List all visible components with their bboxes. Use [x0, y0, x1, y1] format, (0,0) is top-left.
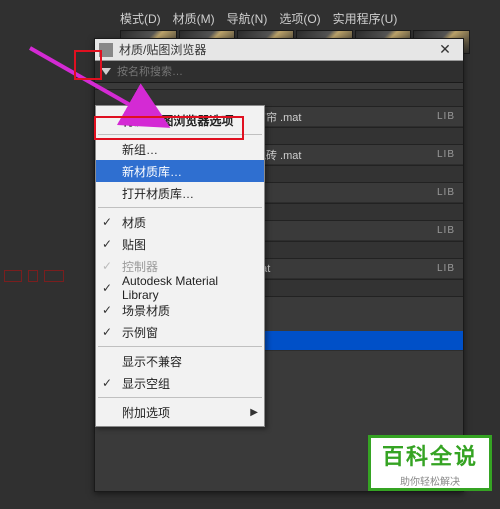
- menu-separator: [98, 397, 262, 398]
- menu-label: 附加选项: [122, 404, 170, 421]
- check-icon: ✓: [102, 259, 112, 273]
- titlebar[interactable]: 材质/贴图浏览器 ✕: [95, 39, 463, 61]
- check-icon: ✓: [102, 303, 112, 317]
- menu-label: 材质: [122, 214, 146, 231]
- check-icon: ✓: [102, 237, 112, 251]
- track-marker: [4, 270, 22, 282]
- check-icon: ✓: [102, 215, 112, 229]
- material-tag: LIB: [437, 187, 455, 198]
- menu-options[interactable]: 选项(O): [279, 10, 320, 27]
- menu-separator: [98, 346, 262, 347]
- menu-check-sample[interactable]: ✓ 示例窗: [96, 321, 264, 343]
- menu-header: 材质/贴图浏览器选项: [96, 109, 264, 131]
- watermark-badge: 百科全说 助你轻松解决: [368, 435, 492, 491]
- menu-separator: [98, 207, 262, 208]
- menu-utilities[interactable]: 实用程序(U): [333, 10, 398, 27]
- material-tag: LIB: [437, 111, 455, 122]
- browser-body: 窗帘 .mat LIB 地砖 .mat LIB LIB LIB nat LIB: [95, 83, 463, 491]
- watermark-subtitle: 助你轻松解决: [400, 473, 460, 488]
- menu-separator: [98, 134, 262, 135]
- window-title: 材质/贴图浏览器: [119, 41, 431, 58]
- menu-label: 示例窗: [122, 324, 158, 341]
- options-dropdown-arrow[interactable]: [101, 68, 111, 75]
- menu-label: 控制器: [122, 258, 158, 275]
- menu-label: 显示空组: [122, 375, 170, 392]
- search-bar: [95, 61, 463, 83]
- menu-show-empty[interactable]: ✓ 显示空组: [96, 372, 264, 394]
- menu-label: 贴图: [122, 236, 146, 253]
- menu-navigate[interactable]: 导航(N): [227, 10, 268, 27]
- material-tag: LIB: [437, 263, 455, 274]
- menu-mode[interactable]: 模式(D): [120, 10, 161, 27]
- menu-check-map[interactable]: ✓ 贴图: [96, 233, 264, 255]
- check-icon: ✓: [102, 281, 112, 295]
- menu-check-material[interactable]: ✓ 材质: [96, 211, 264, 233]
- timeline-gutter: [0, 260, 70, 300]
- menu-material[interactable]: 材质(M): [173, 10, 215, 27]
- check-icon: ✓: [102, 325, 112, 339]
- menu-show-incompatible[interactable]: 显示不兼容: [96, 350, 264, 372]
- submenu-arrow-icon: ▶: [250, 407, 258, 418]
- menu-check-scene[interactable]: ✓ 场景材质: [96, 299, 264, 321]
- menu-label: 场景材质: [122, 302, 170, 319]
- material-tag: LIB: [437, 225, 455, 236]
- menu-extra-options[interactable]: 附加选项 ▶: [96, 401, 264, 423]
- menu-new-group[interactable]: 新组…: [96, 138, 264, 160]
- main-menubar: 模式(D) 材质(M) 导航(N) 选项(O) 实用程序(U): [120, 6, 397, 30]
- check-icon: ✓: [102, 376, 112, 390]
- menu-check-aml[interactable]: ✓ Autodesk Material Library: [96, 277, 264, 299]
- close-button[interactable]: ✕: [431, 41, 459, 58]
- menu-open-library[interactable]: 打开材质库…: [96, 182, 264, 204]
- material-tag: LIB: [437, 149, 455, 160]
- track-marker: [28, 270, 38, 282]
- menu-new-library[interactable]: 新材质库…: [96, 160, 264, 182]
- search-input[interactable]: [117, 64, 457, 80]
- track-marker: [44, 270, 64, 282]
- menu-label: Autodesk Material Library: [122, 274, 246, 302]
- watermark-title: 百科全说: [382, 439, 478, 471]
- app-icon: [99, 43, 113, 57]
- material-browser-window: 材质/贴图浏览器 ✕ 窗帘 .mat LIB 地砖 .mat LIB LIB: [94, 38, 464, 492]
- browser-options-menu: 材质/贴图浏览器选项 新组… 新材质库… 打开材质库… ✓ 材质 ✓ 贴图 ✓ …: [95, 105, 265, 427]
